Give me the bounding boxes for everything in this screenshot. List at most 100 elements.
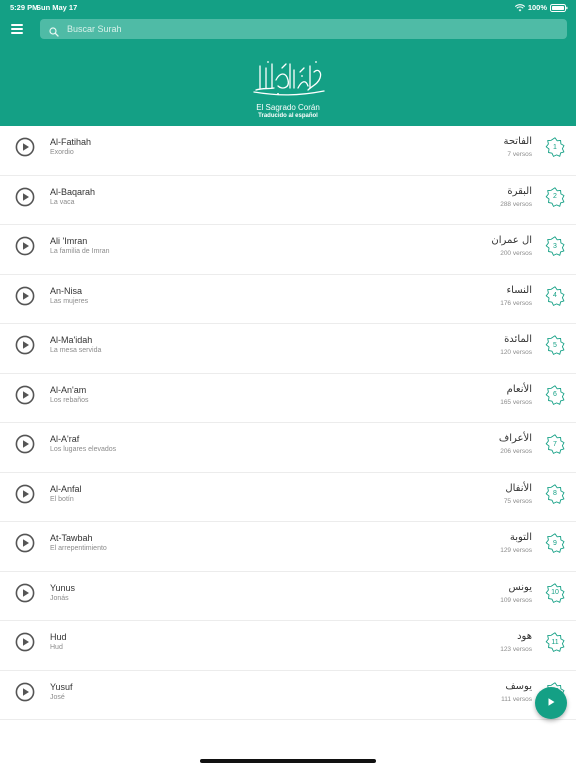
surah-translation: Los lugares elevados: [50, 446, 117, 453]
star-badge-icon: 6: [545, 384, 565, 405]
status-indicators: 100%: [514, 3, 568, 12]
star-badge-icon: 2: [545, 186, 565, 207]
surah-verse-count: 123 versos: [500, 646, 532, 653]
surah-number: 5: [553, 341, 557, 349]
star-badge-icon: 7: [545, 434, 565, 454]
surah-translation: El arrepentimiento: [50, 545, 107, 552]
surah-verse-count: 109 versos: [500, 596, 532, 604]
header-subtitle: Traducido al español: [258, 113, 318, 119]
surah-arabic-name: الفاتحة: [503, 136, 532, 147]
surah-verse-count: 206 versos: [500, 448, 532, 455]
surah-name: Al-An'am: [50, 384, 87, 395]
surah-row[interactable]: Yunus Jonás يونس 109 versos 10: [0, 572, 576, 621]
star-badge-icon: 10: [545, 582, 565, 603]
surah-row[interactable]: Yusuf José يوسف 111 versos 12: [0, 671, 576, 720]
surah-number: 1: [553, 143, 557, 151]
surah-verse-count: 176 versos: [500, 299, 532, 307]
surah-row[interactable]: Ali 'Imran La familia de Imran ال عمران …: [0, 225, 576, 275]
surah-arabic-name: البقرة: [507, 185, 532, 197]
search-bar[interactable]: [40, 19, 567, 39]
surah-verse-count: 120 versos: [500, 349, 532, 356]
surah-arabic-name: ال عمران: [491, 235, 532, 246]
surah-list: Al-Fatihah Exordio الفاتحة 7 versos 1 Al…: [0, 126, 576, 720]
surah-row[interactable]: Al-An'am Los rebaños الأنعام 165 versos …: [0, 374, 576, 423]
star-badge-icon: 5: [545, 335, 565, 355]
star-badge-icon: 1: [545, 137, 565, 157]
surah-row[interactable]: Hud Hud هود 123 versos 11: [0, 621, 576, 671]
search-input[interactable]: [67, 21, 557, 37]
surah-verse-count: 200 versos: [500, 250, 532, 257]
surah-translation: Hud: [50, 644, 63, 651]
search-icon: [49, 24, 59, 42]
surah-number: 10: [551, 589, 559, 596]
app-header: 5:29 PM Sun May 17 100% Buscar Surah El …: [0, 0, 576, 126]
surah-translation: Las mujeres: [50, 297, 89, 305]
menu-button[interactable]: [8, 21, 26, 37]
surah-row[interactable]: At-Tawbah El arrepentimiento التوبة 129 …: [0, 522, 576, 572]
surah-number: 9: [553, 539, 557, 547]
surah-translation: Jonás: [50, 594, 69, 602]
surah-arabic-name: المائدة: [504, 334, 532, 345]
status-time: 5:29 PM: [10, 3, 39, 12]
surah-arabic-name: هود: [517, 631, 532, 642]
surah-row[interactable]: Al-Anfal El botín الأنفال 75 versos 8: [0, 473, 576, 522]
status-date: Sun May 17: [36, 3, 78, 12]
surah-number: 11: [551, 638, 559, 646]
play-fab-button[interactable]: [535, 687, 567, 719]
surah-number: 8: [553, 490, 557, 497]
battery-percent: 100%: [527, 3, 547, 12]
surah-number: 7: [553, 440, 557, 448]
surah-name: An-Nisa: [50, 285, 83, 296]
status-bar: 5:29 PM Sun May 17 100%: [0, 0, 576, 14]
play-circle-icon[interactable]: [15, 335, 35, 355]
play-circle-icon[interactable]: [15, 632, 35, 652]
surah-arabic-name: الأعراف: [498, 433, 532, 444]
battery-icon: [550, 3, 568, 12]
surah-number: 4: [553, 292, 557, 299]
surah-verse-count: 129 versos: [500, 547, 532, 554]
play-circle-icon[interactable]: [15, 236, 35, 256]
surah-translation: El botín: [50, 495, 74, 503]
play-icon: [546, 694, 556, 712]
star-badge-icon: 8: [545, 483, 565, 504]
quran-calligraphy-logo: [248, 58, 328, 98]
surah-name: Al-Baqarah: [50, 186, 96, 197]
star-badge-icon: 4: [545, 285, 565, 306]
surah-translation: Exordio: [50, 149, 74, 156]
surah-row[interactable]: Al-Fatihah Exordio الفاتحة 7 versos 1: [0, 126, 576, 176]
surah-verse-count: 288 versos: [500, 200, 532, 208]
surah-verse-count: 111 versos: [501, 695, 532, 703]
surah-translation: La mesa servida: [50, 347, 102, 354]
play-circle-icon[interactable]: [15, 484, 35, 504]
surah-arabic-name: الأنفال: [505, 482, 532, 494]
surah-verse-count: 7 versos: [507, 151, 532, 158]
play-circle-icon[interactable]: [15, 434, 35, 454]
surah-name: Yunus: [50, 582, 76, 593]
play-circle-icon[interactable]: [15, 286, 35, 306]
hamburger-menu-icon: [11, 24, 23, 26]
header-title: El Sagrado Corán: [256, 103, 320, 112]
surah-name: Ali 'Imran: [50, 236, 88, 246]
play-circle-icon[interactable]: [15, 187, 35, 207]
surah-arabic-name: النساء: [506, 284, 532, 296]
surah-name: Al-A'raf: [50, 434, 80, 444]
surah-name: Al-Anfal: [50, 483, 82, 494]
surah-row[interactable]: Al-Baqarah La vaca البقرة 288 versos 2: [0, 176, 576, 225]
surah-verse-count: 75 versos: [503, 497, 532, 505]
wifi-icon: [514, 3, 525, 12]
surah-row[interactable]: Al-Ma'idah La mesa servida المائدة 120 v…: [0, 324, 576, 374]
play-circle-icon[interactable]: [15, 533, 35, 553]
surah-arabic-name: الأنعام: [506, 383, 532, 395]
play-circle-icon[interactable]: [15, 137, 35, 157]
surah-verse-count: 165 versos: [500, 398, 532, 406]
play-circle-icon[interactable]: [15, 583, 35, 603]
surah-row[interactable]: An-Nisa Las mujeres النساء 176 versos 4: [0, 275, 576, 324]
surah-number: 2: [553, 193, 557, 200]
surah-name: Yusuf: [50, 681, 73, 692]
surah-row[interactable]: Al-A'raf Los lugares elevados الأعراف 20…: [0, 423, 576, 473]
star-badge-icon: 9: [545, 533, 565, 553]
play-circle-icon[interactable]: [15, 682, 35, 702]
play-circle-icon[interactable]: [15, 385, 35, 405]
home-indicator: [200, 759, 376, 763]
surah-arabic-name: يونس: [508, 581, 532, 593]
